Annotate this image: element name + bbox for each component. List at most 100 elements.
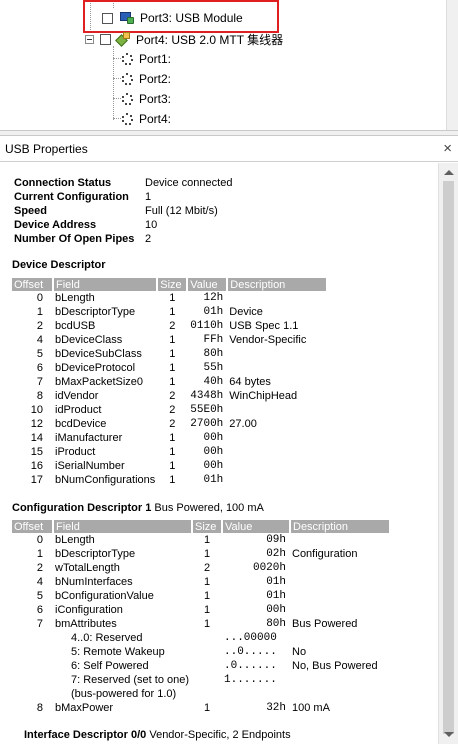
column-header: Size — [157, 278, 189, 291]
description-cell: 27.00 — [229, 418, 257, 430]
value-cell: 00h — [203, 446, 224, 458]
tree-item-subport[interactable]: Port2: — [121, 69, 171, 89]
field-cell: iManufacturer — [55, 432, 123, 444]
summary-key: Current Configuration — [14, 191, 129, 203]
summary-key: Number Of Open Pipes — [14, 233, 135, 245]
properties-scrollbar[interactable] — [438, 163, 458, 744]
section-title: Interface Descriptor 0/0 — [24, 729, 147, 741]
tree-item-label: Port4: USB 2.0 MTT 集线器 — [136, 32, 284, 47]
table-row: 8 bMaxPower 1 32h 100 mA — [12, 701, 390, 715]
empty-port-icon — [121, 73, 133, 85]
section-title: Configuration Descriptor 1 — [12, 502, 152, 514]
description-cell — [227, 445, 327, 459]
device-descriptor-table: Offset Field Size Value Description 0 bLe… — [12, 278, 329, 487]
tree-item-subport[interactable]: Port1: — [121, 49, 171, 69]
value-cell: 01h — [266, 590, 286, 602]
description-cell: 100 mA — [292, 702, 330, 714]
scroll-up-icon[interactable] — [444, 170, 454, 175]
empty-port-icon — [121, 53, 133, 65]
value-cell: 00h — [266, 604, 286, 616]
description-cell — [227, 291, 327, 305]
scroll-down-icon[interactable] — [444, 732, 454, 737]
value-cell: 09h — [266, 534, 286, 546]
pane-splitter[interactable] — [0, 130, 458, 136]
bitfield-description-cell — [290, 687, 390, 701]
offset-cell: 16 — [30, 460, 43, 472]
size-cell: 1 — [169, 432, 176, 444]
properties-content: Connection Status Device connected Curren… — [0, 163, 438, 744]
bitfield-row: 7: Reserved (set to one) 1....... — [12, 673, 390, 687]
offset-cell: 1 — [36, 548, 43, 560]
field-cell: bMaxPower — [55, 702, 114, 714]
description-cell — [227, 473, 327, 487]
table-row: 5 bConfigurationValue 1 01h — [12, 589, 390, 603]
spacer-cell — [12, 659, 53, 673]
description-cell — [290, 589, 390, 603]
value-cell: 4348h — [190, 390, 224, 402]
column-header: Value — [222, 520, 291, 533]
field-cell: bLength — [55, 292, 95, 304]
summary-row: Number Of Open Pipes 2 — [14, 232, 232, 246]
table-row: 14 iManufacturer 1 00h — [12, 431, 327, 445]
tree-scrollbar[interactable] — [446, 0, 458, 130]
description-cell — [227, 403, 327, 417]
table-row: 17 bNumConfigurations 1 01h — [12, 473, 327, 487]
description-cell: WinChipHead — [229, 390, 298, 402]
offset-cell: 4 — [36, 576, 43, 588]
description-cell — [227, 431, 327, 445]
scrollbar-thumb[interactable] — [443, 181, 454, 734]
column-header: Value — [187, 278, 229, 291]
tree-item-port4-hub[interactable]: Port4: USB 2.0 MTT 集线器 — [85, 29, 283, 49]
table-row: 7 bMaxPacketSize0 1 40h 64 bytes — [12, 375, 327, 389]
offset-cell: 7 — [36, 376, 43, 388]
table-row: 0 bLength 1 09h — [12, 533, 390, 547]
empty-port-icon — [121, 113, 133, 125]
value-cell: FFh — [203, 334, 224, 346]
field-cell: iProduct — [55, 446, 96, 458]
section-subtitle: Bus Powered, 100 mA — [154, 502, 264, 514]
offset-cell: 5 — [36, 348, 43, 360]
tree-item-subport[interactable]: Port4: — [121, 109, 171, 129]
spacer-cell — [12, 673, 53, 687]
panel-title: USB Properties — [5, 142, 88, 156]
bitfield-description-cell — [290, 673, 390, 687]
column-header: Description — [290, 520, 391, 533]
field-cell: bcdDevice — [55, 418, 107, 430]
offset-cell: 8 — [36, 702, 43, 714]
size-cell: 1 — [169, 292, 176, 304]
tree-item-subport[interactable]: Port3: — [121, 89, 171, 109]
description-cell — [227, 459, 327, 473]
table-row: 0 bLength 1 12h — [12, 291, 327, 305]
value-cell: 01h — [203, 306, 224, 318]
bitfield-value-cell: ...00000 — [224, 632, 277, 644]
description-cell — [290, 533, 390, 547]
size-cell: 1 — [203, 590, 211, 602]
field-cell: bDescriptorType — [55, 306, 136, 318]
size-cell: 1 — [169, 362, 176, 374]
column-header: Size — [192, 520, 223, 533]
value-cell: 80h — [266, 618, 286, 630]
value-cell: 0110h — [190, 320, 224, 332]
collapse-icon[interactable] — [85, 34, 94, 44]
field-cell: bcdUSB — [55, 320, 96, 332]
offset-cell: 15 — [30, 446, 43, 458]
bitfield-description-cell: No — [292, 646, 307, 658]
offset-cell: 4 — [36, 334, 43, 346]
table-row: 6 iConfiguration 1 00h — [12, 603, 390, 617]
close-icon[interactable]: × — [443, 141, 452, 157]
size-cell: 1 — [169, 376, 176, 388]
port4-checkbox[interactable] — [100, 33, 111, 45]
summary-row: Connection Status Device connected — [14, 176, 232, 190]
summary-value: 10 — [145, 219, 158, 231]
description-cell: Device — [229, 306, 263, 318]
tree-item-label: Port1: — [139, 52, 172, 66]
device-tree[interactable]: Port3: USB Module Port4: USB 2.0 MTT 集线器… — [0, 0, 458, 130]
empty-port-icon — [121, 93, 133, 105]
description-cell: USB Spec 1.1 — [229, 320, 299, 332]
summary-key: Speed — [14, 205, 48, 217]
description-cell: Bus Powered — [292, 618, 358, 630]
size-cell: 2 — [169, 418, 176, 430]
value-cell: 01h — [203, 474, 224, 486]
field-cell: wTotalLength — [55, 562, 120, 574]
summary-value: 1 — [145, 191, 152, 203]
